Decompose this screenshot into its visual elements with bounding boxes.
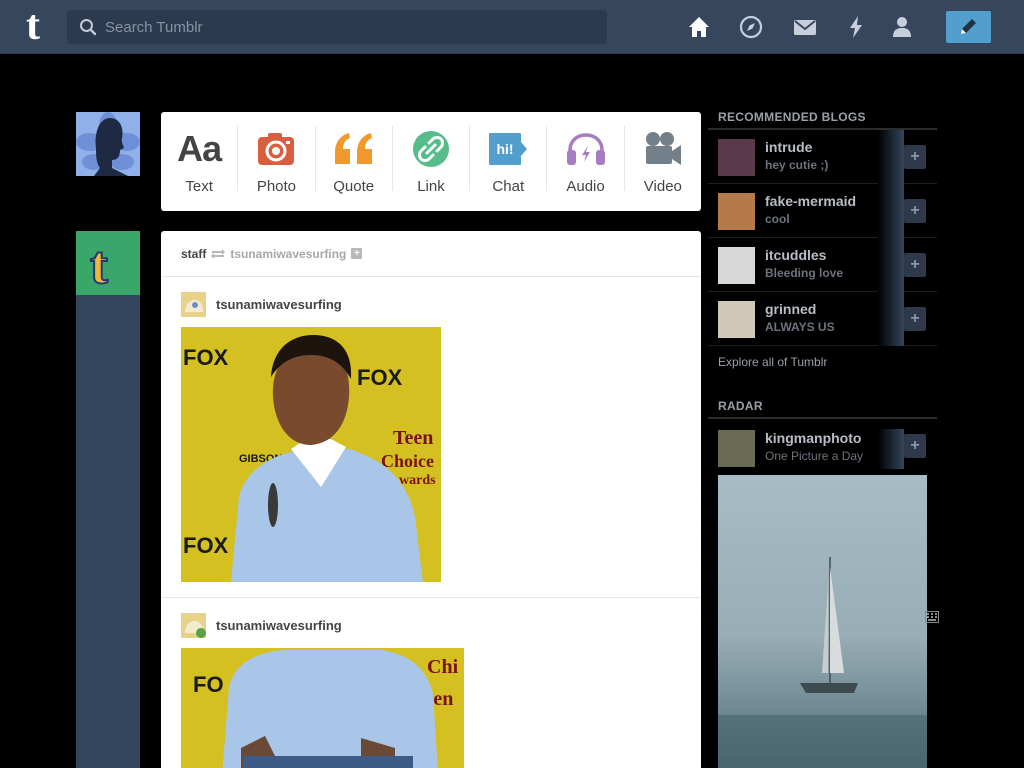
blog-avatar[interactable]	[718, 430, 755, 467]
post-type-chat[interactable]: hi! Chat	[470, 126, 548, 195]
recommended-blog-item[interactable]: itcuddles Bleeding love +	[708, 238, 937, 292]
headphones-icon	[566, 133, 605, 165]
radar-photo[interactable]	[718, 475, 927, 768]
follow-button[interactable]: +	[904, 145, 926, 169]
trail-avatar[interactable]	[181, 291, 206, 317]
recommended-blog-item[interactable]: intrude hey cutie ;) +	[708, 130, 937, 184]
search-box[interactable]	[67, 10, 607, 44]
keyboard-shortcuts-icon[interactable]	[925, 611, 939, 623]
trail-blog-name[interactable]: tsunamiwavesurfing	[216, 297, 342, 312]
blog-subtitle: hey cutie ;)	[765, 158, 829, 172]
tumblr-logo[interactable]: t	[14, 5, 52, 48]
blog-avatar[interactable]	[718, 247, 755, 284]
follow-button[interactable]: +	[904, 434, 926, 458]
radar-title: RADAR	[718, 399, 763, 413]
quote-icon	[334, 133, 372, 164]
explore-icon[interactable]	[738, 14, 764, 40]
post-type-audio[interactable]: Audio	[547, 126, 625, 195]
post-type-link[interactable]: Link	[393, 126, 471, 195]
reblogged-from[interactable]: tsunamiwavesurfing	[230, 247, 346, 261]
blog-name[interactable]: intrude	[765, 139, 812, 155]
post-type-label: Chat	[492, 178, 525, 195]
person-figure	[231, 335, 423, 582]
trail-avatar[interactable]	[181, 612, 206, 638]
trail-avatar-icon	[181, 291, 206, 317]
blog-subtitle: cool	[765, 212, 790, 226]
radar-blog-item[interactable]: kingmanphoto One Picture a Day +	[708, 421, 937, 475]
divider	[708, 417, 937, 419]
staff-t-logo-icon: t	[89, 234, 109, 296]
post-photo[interactable]: FO Teen Chi	[181, 648, 464, 768]
follow-button[interactable]: +	[904, 199, 926, 223]
post-type-photo[interactable]: Photo	[238, 126, 316, 195]
post-author[interactable]: staff	[181, 247, 206, 261]
search-icon	[80, 19, 97, 36]
link-icon	[412, 131, 449, 167]
avatar-silhouette-icon	[76, 112, 140, 176]
blog-name[interactable]: fake-mermaid	[765, 193, 856, 209]
explore-all-link[interactable]: Explore all of Tumblr	[718, 355, 827, 369]
post-type-label: Video	[643, 178, 682, 195]
post-header: staff tsunamiwavesurfing +	[161, 231, 701, 277]
compose-button[interactable]	[946, 11, 991, 43]
svg-text:hi!: hi!	[497, 141, 514, 157]
post-type-video[interactable]: Video	[625, 126, 701, 195]
expand-icon[interactable]: +	[351, 248, 363, 259]
blog-name[interactable]: itcuddles	[765, 247, 826, 263]
trail-blog-name[interactable]: tsunamiwavesurfing	[216, 618, 342, 633]
blog-subtitle: Bleeding love	[765, 266, 844, 280]
trail-avatar-icon	[181, 612, 206, 638]
pencil-icon	[961, 19, 976, 34]
post-card: staff tsunamiwavesurfing + tsunamiwavesu…	[161, 231, 701, 768]
camera-icon	[258, 133, 295, 165]
left-rail	[76, 295, 140, 768]
post-type-quote[interactable]: Quote	[316, 126, 393, 195]
recommended-blogs-title: RECOMMENDED BLOGS	[718, 110, 866, 124]
recommended-blog-item[interactable]: grinned ALWAYS US +	[708, 292, 937, 346]
home-icon[interactable]	[686, 14, 712, 40]
post-type-label: Photo	[256, 178, 297, 195]
user-avatar[interactable]	[76, 112, 140, 176]
person-figure	[222, 650, 438, 768]
post-type-label: Audio	[566, 178, 605, 195]
follow-button[interactable]: +	[904, 307, 926, 331]
trail-item: tsunamiwavesurfing FO Teen Chi	[161, 598, 701, 768]
text-icon: Aa	[177, 128, 222, 169]
post-type-bar: Aa Text Photo Quote Link hi! Chat Audio …	[161, 112, 701, 211]
sailboat-image	[718, 557, 927, 768]
post-type-label: Quote	[333, 178, 375, 195]
search-input[interactable]	[105, 10, 595, 44]
blog-avatar[interactable]	[718, 139, 755, 176]
blog-avatar[interactable]	[718, 301, 755, 338]
post-type-text[interactable]: Aa Text	[161, 126, 239, 195]
post-photo[interactable]: FOX FOX FOX Teen Choice wards GIBSON	[181, 327, 441, 582]
trail-item: tsunamiwavesurfing FOX FOX FOX Teen Choi…	[161, 277, 701, 598]
blog-avatar[interactable]	[718, 193, 755, 230]
video-camera-icon	[645, 132, 681, 165]
inbox-icon[interactable]	[792, 14, 818, 40]
blog-name[interactable]: grinned	[765, 301, 816, 317]
post-type-label: Text	[185, 178, 213, 195]
staff-avatar[interactable]: t	[76, 231, 140, 296]
activity-icon[interactable]	[843, 14, 869, 40]
svg-text:t: t	[90, 235, 108, 295]
follow-button[interactable]: +	[904, 253, 926, 277]
top-navbar: t	[0, 0, 1024, 54]
post-type-label: Link	[417, 178, 445, 195]
recommended-blog-item[interactable]: fake-mermaid cool +	[708, 184, 937, 238]
blog-subtitle: One Picture a Day	[765, 449, 864, 463]
chat-icon: hi!	[489, 133, 528, 165]
blog-subtitle: ALWAYS US	[765, 320, 835, 334]
account-icon[interactable]	[889, 14, 915, 40]
blog-name[interactable]: kingmanphoto	[765, 430, 861, 446]
reblog-icon	[211, 248, 226, 259]
